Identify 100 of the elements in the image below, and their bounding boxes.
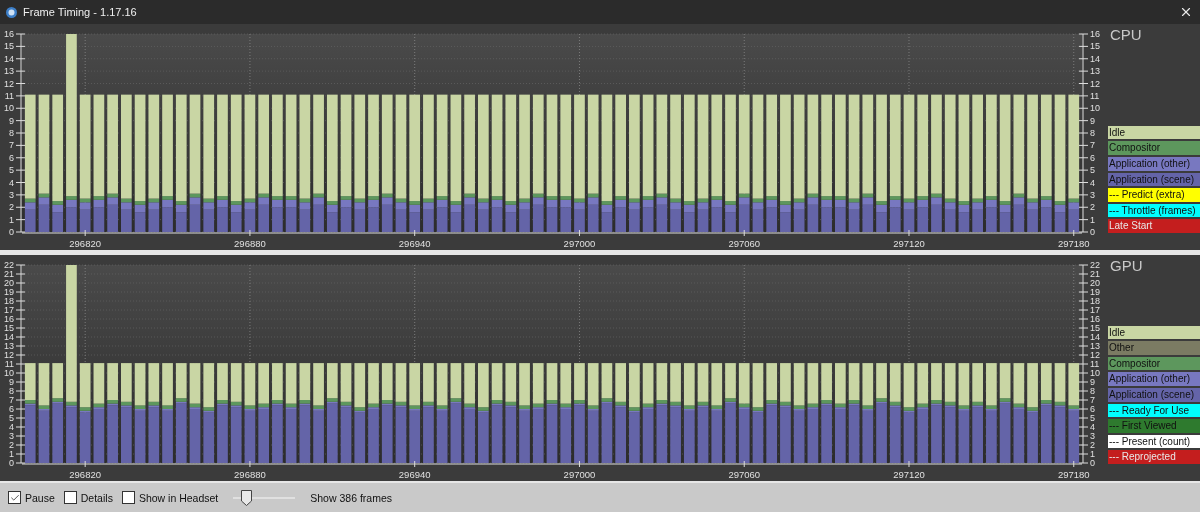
axis-label: 19 — [4, 287, 14, 297]
legend-item: Application (scene) — [1108, 388, 1200, 402]
legend-item: Compositor — [1108, 141, 1200, 156]
axis-label: 4 — [1090, 177, 1095, 188]
legend-item: Idle — [1108, 125, 1200, 140]
axis-label: 22 — [1090, 260, 1100, 270]
axis-label: 6 — [9, 152, 14, 163]
axis-label: 22 — [4, 260, 14, 270]
axis-label: 296880 — [234, 238, 266, 249]
axis-label: 11 — [1090, 359, 1100, 369]
window-title: Frame Timing - 1.17.16 — [23, 6, 138, 18]
axis-label: 18 — [1090, 296, 1100, 306]
axis-label: 296880 — [234, 469, 266, 480]
axis-label: 4 — [9, 177, 14, 188]
axis-label: 11 — [4, 90, 14, 101]
axis-label: 6 — [9, 404, 14, 414]
axis-label: 6 — [1090, 404, 1095, 414]
axis-label: 3 — [9, 431, 14, 441]
legend-item: Idle — [1108, 325, 1200, 340]
axis-label: 9 — [9, 115, 14, 126]
legend-item: Late Start — [1108, 219, 1200, 233]
axis-label: 6 — [1090, 152, 1095, 163]
axis-label: 297180 — [1057, 238, 1090, 249]
axis-label: 20 — [4, 278, 14, 288]
axis-label: 15 — [4, 323, 14, 333]
axis-label: 15 — [4, 41, 14, 52]
axis-label: 9 — [9, 377, 14, 387]
axis-label: 14 — [1090, 332, 1100, 342]
axis-label: 9 — [1090, 115, 1095, 126]
axis-label: 12 — [4, 78, 14, 89]
checkbox-label: Pause — [25, 491, 55, 504]
axis-label: 18 — [4, 296, 14, 306]
axis-label: 12 — [1090, 78, 1100, 89]
axis-label: 10 — [4, 368, 14, 378]
legend-item: Application (scene) — [1108, 172, 1200, 187]
axis-label: 12 — [1090, 350, 1100, 360]
axis-label: 17 — [4, 305, 14, 315]
axis-label: 10 — [1090, 368, 1100, 378]
axis-label: 3 — [9, 189, 14, 200]
axis-label: 4 — [1090, 422, 1095, 432]
axis-label: 2 — [9, 202, 14, 213]
axis-label: 7 — [9, 395, 14, 405]
axis-label: 0 — [9, 227, 14, 237]
axis-label: 14 — [4, 53, 14, 64]
axis-label: 0 — [1090, 227, 1095, 237]
axis-label: 13 — [1090, 341, 1100, 351]
axis-label: 5 — [1090, 413, 1095, 423]
legend-item: --- Ready For Use — [1108, 403, 1200, 418]
axis-label: 11 — [4, 359, 14, 369]
axis-label: 0 — [1090, 458, 1095, 468]
axis-label: 8 — [1090, 386, 1095, 396]
axis-label: 3 — [1090, 189, 1095, 200]
axis-label: 14 — [1090, 53, 1100, 64]
axis-label: 14 — [4, 332, 14, 342]
axis-label: 10 — [1090, 103, 1100, 114]
axis-label: 15 — [1090, 41, 1100, 52]
axis-label: 3 — [1090, 431, 1095, 441]
axis-label: 7 — [1090, 395, 1095, 405]
axis-label: 16 — [1090, 29, 1100, 39]
axis-label: 297000 — [563, 469, 596, 480]
axis-label: 296940 — [398, 469, 431, 480]
axis-label: 8 — [9, 386, 14, 396]
axis-label: 7 — [1090, 140, 1095, 151]
legend-item: Other — [1108, 341, 1200, 355]
checkbox-label: Show in Headset — [138, 491, 219, 504]
axis-label: 296940 — [398, 238, 431, 249]
chart-title: CPU — [1109, 26, 1143, 43]
axis-label: 7 — [9, 140, 14, 151]
checkbox-label: Details — [80, 491, 113, 504]
axis-label: 11 — [1090, 90, 1100, 101]
axis-label: 1 — [9, 214, 14, 225]
axis-label: 4 — [9, 422, 14, 432]
axis-label: 297180 — [1057, 469, 1090, 480]
axis-label: 297120 — [893, 238, 925, 249]
axis-label: 15 — [1090, 323, 1100, 333]
axis-label: 8 — [1090, 128, 1095, 138]
legend-item: --- Present (count) — [1108, 434, 1200, 449]
legend-item: Compositor — [1108, 356, 1200, 371]
axis-label: 297060 — [728, 238, 761, 249]
axis-label: 13 — [1090, 66, 1100, 77]
axis-label: 0 — [9, 458, 14, 468]
axis-label: 21 — [1090, 269, 1100, 279]
axis-label: 21 — [4, 269, 14, 279]
axis-label: 1 — [1090, 449, 1095, 459]
axis-label: 20 — [1090, 278, 1100, 288]
axis-label: 13 — [4, 341, 14, 351]
axis-label: 297060 — [728, 469, 761, 480]
frames-count-label: Show 386 frames — [310, 491, 392, 504]
legend-item: --- First Viewed — [1108, 419, 1200, 433]
legend-item: --- Throttle (frames) — [1108, 203, 1200, 218]
axis-label: 297120 — [893, 469, 925, 480]
axis-label: 1 — [9, 449, 14, 459]
legend-item: Application (other) — [1108, 372, 1200, 387]
axis-label: 296820 — [69, 238, 101, 249]
axis-label: 2 — [1090, 440, 1095, 450]
axis-label: 10 — [4, 103, 14, 114]
axis-label: 297000 — [563, 238, 596, 249]
axis-label: 13 — [4, 66, 14, 77]
legend-item: Application (other) — [1108, 157, 1200, 171]
axis-label: 17 — [1090, 305, 1100, 315]
